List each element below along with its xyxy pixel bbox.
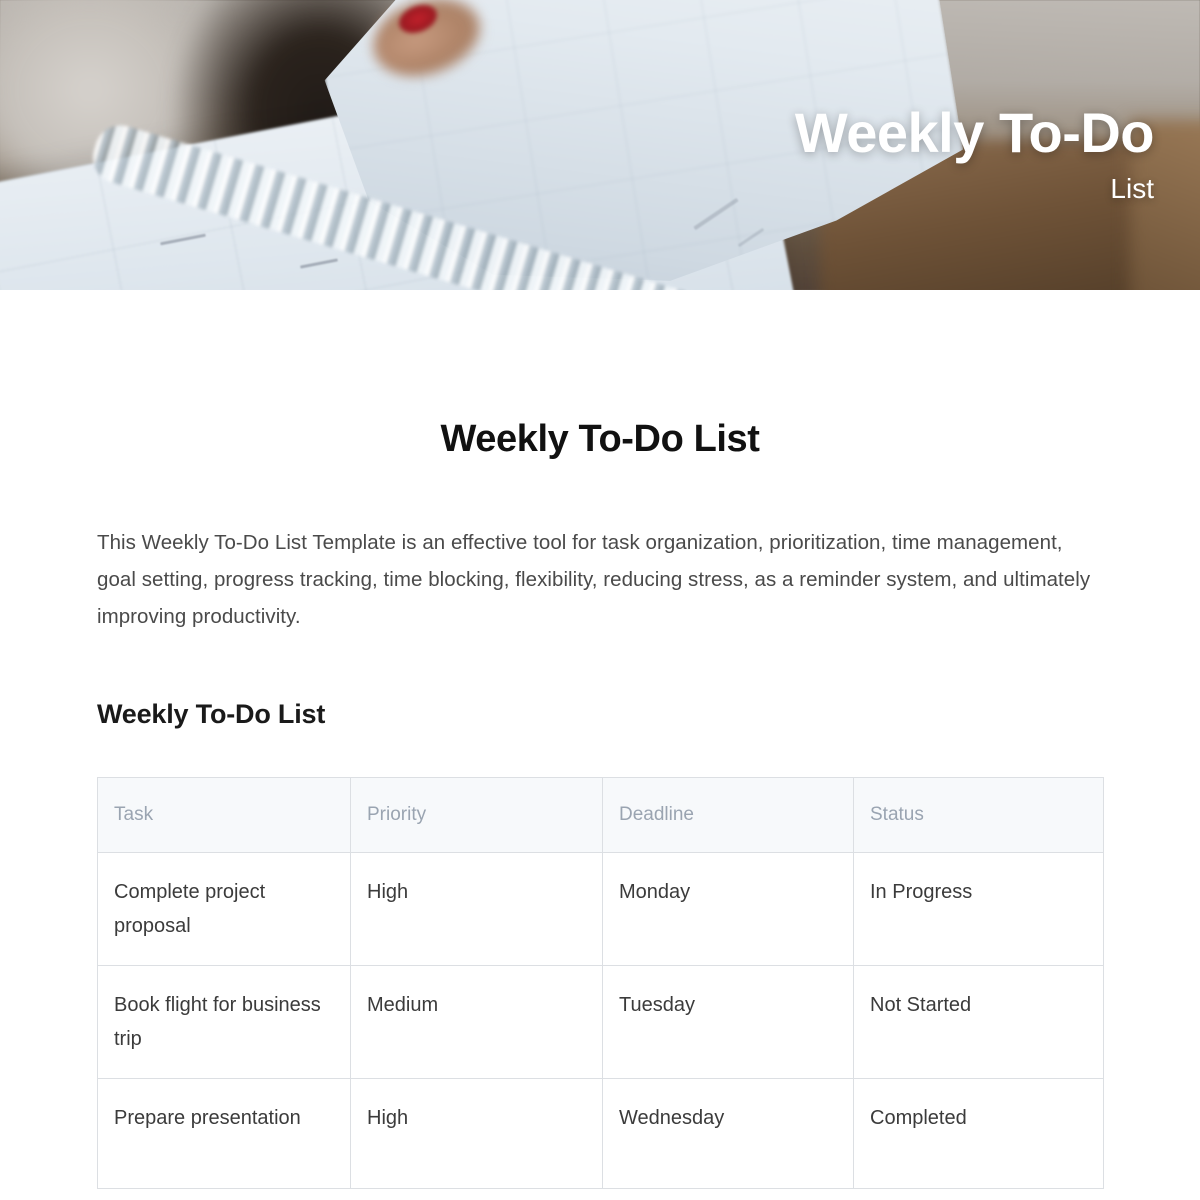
cell-task[interactable]: Prepare presentation: [97, 1077, 351, 1189]
table-row[interactable]: Book flight for business trip Medium Tue…: [97, 964, 1104, 1079]
hero-subtitle: List: [1110, 172, 1154, 204]
column-header-task[interactable]: Task: [97, 776, 351, 853]
cell-deadline[interactable]: Wednesday: [602, 1077, 854, 1189]
cell-task[interactable]: Complete project proposal: [97, 851, 351, 966]
hero-title: Weekly To-Do: [794, 101, 1155, 164]
column-header-deadline[interactable]: Deadline: [602, 776, 854, 853]
document-content: Weekly To-Do List This Weekly To-Do List…: [0, 418, 1200, 1189]
todo-table: Task Priority Deadline Status Complete p…: [97, 776, 1104, 1189]
cell-priority[interactable]: High: [350, 1077, 603, 1189]
section-title: Weekly To-Do List: [97, 698, 326, 729]
intro-paragraph: This Weekly To-Do List Template is an ef…: [97, 531, 1091, 628]
column-header-status[interactable]: Status: [853, 776, 1104, 853]
document-title: Weekly To-Do List: [440, 418, 760, 460]
table-row[interactable]: Prepare presentation High Wednesday Comp…: [97, 1077, 1104, 1189]
todo-table-head: Task Priority Deadline Status: [97, 776, 1104, 853]
cell-task[interactable]: Book flight for business trip: [97, 964, 351, 1079]
cell-status[interactable]: Not Started: [853, 964, 1104, 1079]
cell-priority[interactable]: High: [350, 851, 603, 966]
todo-table-body: Complete project proposal High Monday In…: [97, 851, 1104, 1189]
column-header-priority[interactable]: Priority: [350, 776, 603, 853]
todo-table-wrapper: Task Priority Deadline Status Complete p…: [97, 776, 1104, 1189]
table-row[interactable]: Complete project proposal High Monday In…: [97, 851, 1104, 966]
cell-deadline[interactable]: Monday: [602, 851, 854, 966]
hero-banner: Weekly To-Do List: [0, 0, 1200, 290]
template-page: Weekly To-Do List Weekly To-Do List This…: [0, 0, 1200, 1200]
cell-status[interactable]: Completed: [853, 1077, 1104, 1189]
table-header-row: Task Priority Deadline Status: [97, 776, 1104, 853]
cell-priority[interactable]: Medium: [350, 964, 603, 1079]
cell-deadline[interactable]: Tuesday: [602, 964, 854, 1079]
cell-status[interactable]: In Progress: [853, 851, 1104, 966]
hero-title-block: Weekly To-Do List: [794, 101, 1155, 207]
